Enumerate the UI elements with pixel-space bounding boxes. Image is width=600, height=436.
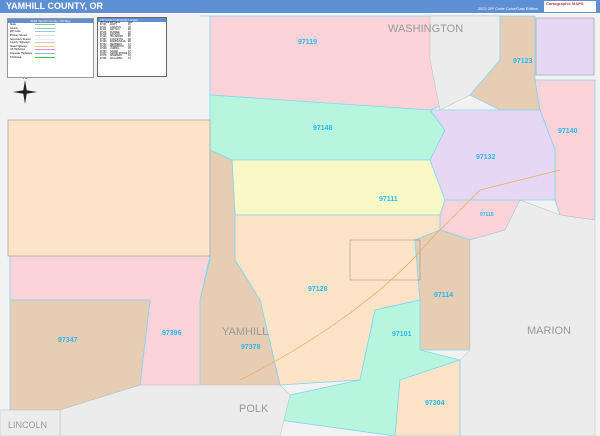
legend-item: Toll Roads: [8, 55, 93, 59]
zip-label-97140: 97140: [558, 128, 578, 135]
legend-item-label: ZIP Code: [10, 30, 21, 34]
logo-text: Cartographic MAPS: [546, 1, 584, 6]
zip-label-97114: 97114: [434, 292, 453, 299]
legend-swatch: [35, 45, 55, 47]
zip-label-97378: 97378: [241, 344, 261, 351]
zip-label-97132: 97132: [476, 154, 496, 161]
zip-label-97119: 97119: [298, 39, 317, 46]
table-cell: WILLAMINA: [110, 57, 123, 60]
zip-label-97347: 97347: [58, 337, 78, 344]
legend-swatch: [35, 49, 55, 51]
legend-swatch: [35, 56, 55, 58]
legend-item-label: County Highways: [10, 41, 30, 45]
legend-swatch: [35, 24, 55, 26]
legend-swatch: [35, 42, 55, 44]
zip-label-97128: 97128: [308, 286, 328, 293]
legend-item-label: State Highways: [10, 44, 28, 48]
inset-map-left: [7, 119, 211, 257]
publisher-logo: Cartographic MAPS: [544, 1, 596, 12]
legend-item-label: Primary Streets: [10, 34, 28, 38]
inset-map-newberg: [535, 17, 595, 76]
legend-swatch: [35, 35, 55, 37]
edition-label: 2022 ZIP Code Color/Cast Edition: [477, 6, 538, 11]
zip-label-97115: 97115: [480, 212, 494, 218]
legend-item-label: Interstate Highways: [10, 52, 32, 56]
map-legend: 2022 Yamhill County, OR Map State County Z…: [7, 18, 94, 78]
county-label-marion: MARION: [527, 325, 571, 337]
zip-label-97148: 97148: [313, 125, 333, 132]
county-label-lincoln: LINCOLN: [8, 420, 47, 430]
table-cell: F3: [128, 57, 131, 60]
map-title: YAMHILL COUNTY, OR: [6, 1, 104, 11]
table-cell: 97396: [100, 57, 107, 60]
zip-label-97101: 97101: [392, 331, 412, 338]
legend-swatch: [35, 53, 55, 55]
legend-item-label: Secondary Streets: [10, 37, 31, 41]
zip-label-97123: 97123: [513, 58, 533, 65]
zip-area-97111[interactable]: [231, 159, 446, 216]
legend-swatch: [35, 31, 55, 33]
legend-item-label: Toll Roads: [10, 55, 22, 59]
legend-item-label: US Highways: [10, 48, 26, 52]
zip-label-97396: 97396: [162, 330, 182, 337]
legend-item-label: State: [10, 23, 16, 27]
county-label-polk: POLK: [239, 403, 269, 415]
table-row: 97396 WILLAMINA F3: [98, 58, 166, 60]
zip-label-97111: 97111: [379, 196, 398, 203]
zip-locator-table: ZIP Code Index/Grid Locator ZIP Code ZIP…: [97, 17, 167, 77]
zip-label-97304: 97304: [425, 400, 445, 407]
legend-item-label: County: [10, 26, 18, 30]
county-label-yamhill: YAMHILL: [222, 326, 268, 338]
header-bar: YAMHILL COUNTY, OR 2022 ZIP Code Color/C…: [0, 0, 600, 13]
legend-swatch: [35, 38, 55, 40]
county-label-washington: WASHINGTON: [388, 23, 463, 35]
legend-swatch: [35, 27, 55, 29]
